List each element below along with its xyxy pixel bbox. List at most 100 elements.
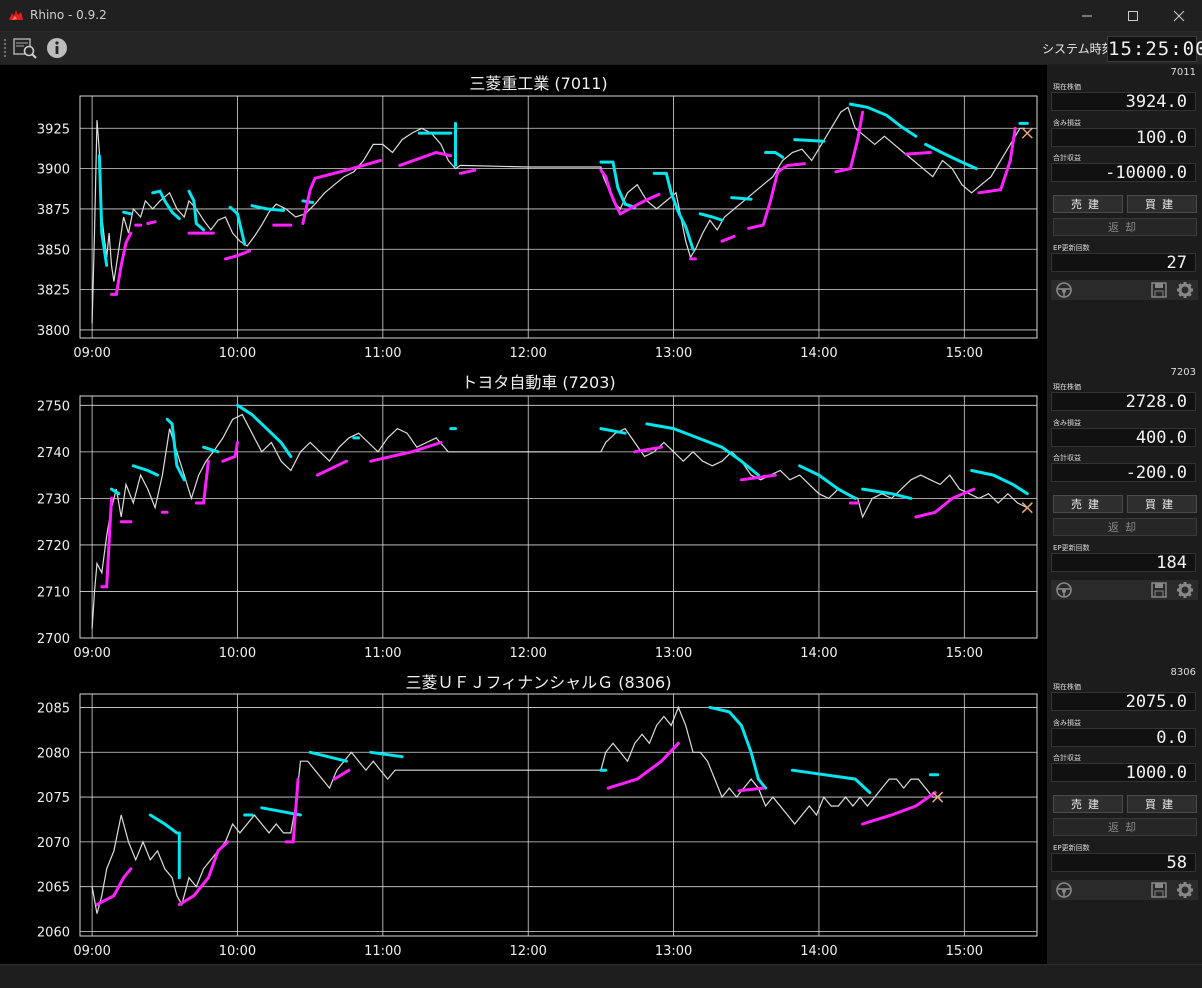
toolbar: システム時刻 15:25:00 <box>0 32 1202 64</box>
steering-wheel-button[interactable] <box>1053 580 1075 600</box>
y-tick-label: 3800 <box>37 324 70 339</box>
chart-title: 三菱重工業 (7011) <box>469 74 607 93</box>
total-profit-label: 合計収益 <box>1053 454 1081 462</box>
current-price-value: 3924.0 <box>1051 92 1196 112</box>
steering-wheel-button[interactable] <box>1053 880 1075 900</box>
current-price-label: 現在株価 <box>1053 83 1081 91</box>
charts-canvas: 三菱重工業 (7011) 3800 3825 3850 3875 3900 3925 09:0… <box>37 74 1038 959</box>
y-tick-label: 2710 <box>37 585 70 600</box>
upper-band-segment <box>122 210 133 216</box>
stock-code: 7011 <box>1170 67 1196 78</box>
save-button[interactable] <box>1148 280 1170 300</box>
y-tick-label: 3850 <box>37 243 70 258</box>
y-tick-label: 2740 <box>37 446 70 461</box>
x-tick-label: 15:00 <box>946 346 983 361</box>
sell-open-button[interactable]: 売建 <box>1053 795 1123 813</box>
save-button[interactable] <box>1148 880 1170 900</box>
upper-band-segment <box>730 196 753 201</box>
stock-chart: 三菱ＵＦＪフィナンシャルＧ (8306) 2060 2065 2070 2075 2080… <box>37 673 1038 959</box>
lower-band-segment <box>398 150 453 167</box>
upper-band-segment <box>790 768 872 795</box>
price-line <box>91 106 1025 324</box>
chart-title: トヨタ自動車 (7203) <box>461 373 615 392</box>
steering-wheel-button[interactable] <box>1053 280 1075 300</box>
lower-band-segment <box>100 496 113 589</box>
stock-chart: トヨタ自動車 (7203) 2700 2710 2720 2730 2740 2750 09:… <box>37 373 1038 661</box>
save-button[interactable] <box>1148 580 1170 600</box>
close-button[interactable] <box>1156 0 1202 31</box>
lower-band-segment <box>977 126 1017 195</box>
steering-wheel-icon <box>1056 282 1072 298</box>
system-time-display: 15:25:00 <box>1107 36 1202 62</box>
close-position-button[interactable]: 返却 <box>1053 818 1197 836</box>
gear-icon <box>1177 582 1193 598</box>
upper-band-segment <box>250 204 285 212</box>
maximize-button[interactable] <box>1110 0 1156 31</box>
current-price-value: 2075.0 <box>1051 692 1196 712</box>
x-tick-label: 10:00 <box>219 646 256 661</box>
settings-button[interactable] <box>1174 580 1196 600</box>
toolbar-grip[interactable] <box>3 38 7 58</box>
ep-update-count-value: 184 <box>1051 553 1196 573</box>
stock-panel: 7011 現在株価 3924.0 含み損益 100.0 合計収益 -10000.… <box>1047 65 1202 335</box>
minimize-button[interactable] <box>1064 0 1110 31</box>
steering-wheel-icon <box>1056 882 1072 898</box>
price-line <box>91 413 1028 629</box>
lower-band-segment <box>301 159 382 225</box>
info-icon[interactable] <box>46 37 68 59</box>
plot-frame <box>79 95 1038 339</box>
x-tick-label: 11:00 <box>364 346 401 361</box>
upper-band-segment <box>110 487 121 496</box>
upper-band-segment <box>698 212 724 222</box>
total-profit-label: 合計収益 <box>1053 754 1081 762</box>
sell-open-button[interactable]: 売建 <box>1053 195 1123 213</box>
settings-button[interactable] <box>1174 280 1196 300</box>
current-price-label: 現在株価 <box>1053 383 1081 391</box>
x-tick-label: 15:00 <box>946 646 983 661</box>
upper-band-segment <box>924 142 978 171</box>
x-tick-label: 14:00 <box>800 944 837 959</box>
y-tick-label: 3900 <box>37 163 70 178</box>
current-price-value: 2728.0 <box>1051 392 1196 412</box>
chart-area: 三菱重工業 (7011) 3800 3825 3850 3875 3900 3925 09:0… <box>0 65 1047 964</box>
lower-band-segment <box>315 459 348 477</box>
buy-open-button[interactable]: 買建 <box>1127 795 1197 813</box>
x-tick-label: 14:00 <box>800 646 837 661</box>
close-position-button[interactable]: 返却 <box>1053 518 1197 536</box>
close-position-button[interactable]: 返却 <box>1053 218 1197 236</box>
current-price-label: 現在株価 <box>1053 683 1081 691</box>
x-tick-label: 12:00 <box>509 346 546 361</box>
sell-open-button[interactable]: 売建 <box>1053 495 1123 513</box>
unrealized-pl-value: 100.0 <box>1051 128 1196 148</box>
buy-open-button[interactable]: 買建 <box>1127 495 1197 513</box>
close-icon <box>1173 10 1185 22</box>
magnifier-icon[interactable] <box>12 36 38 60</box>
buy-open-button[interactable]: 買建 <box>1127 195 1197 213</box>
y-tick-label: 2730 <box>37 492 70 507</box>
ep-update-count-label: EP更新回数 <box>1053 844 1090 852</box>
lower-band-segment <box>110 231 133 296</box>
settings-button[interactable] <box>1174 880 1196 900</box>
y-tick-label: 2070 <box>37 836 70 851</box>
minimize-icon <box>1082 15 1092 17</box>
x-tick-label: 10:00 <box>219 944 256 959</box>
panel-icon-row <box>1051 280 1198 300</box>
x-tick-label: 13:00 <box>655 346 692 361</box>
lower-band-segment <box>458 168 477 175</box>
ep-update-count-value: 58 <box>1051 853 1196 873</box>
panel-icon-row <box>1051 880 1198 900</box>
floppy-disk-icon <box>1151 282 1167 298</box>
system-time-label: システム時刻 <box>1042 42 1114 56</box>
maximize-icon <box>1128 11 1138 21</box>
x-tick-label: 11:00 <box>364 944 401 959</box>
side-panel: 7011 現在株価 3924.0 含み損益 100.0 合計収益 -10000.… <box>1047 65 1202 964</box>
floppy-disk-icon <box>1151 582 1167 598</box>
stock-chart: 三菱重工業 (7011) 3800 3825 3850 3875 3900 3925 09:0… <box>37 74 1038 361</box>
title-bar: Rhino - 0.9.2 <box>0 0 1202 32</box>
y-tick-label: 2720 <box>37 539 70 554</box>
ep-update-count-label: EP更新回数 <box>1053 544 1090 552</box>
unrealized-pl-value: 400.0 <box>1051 428 1196 448</box>
y-tick-label: 3875 <box>37 203 70 218</box>
lower-band-segment <box>747 162 806 230</box>
rhino-app-icon <box>9 10 23 20</box>
